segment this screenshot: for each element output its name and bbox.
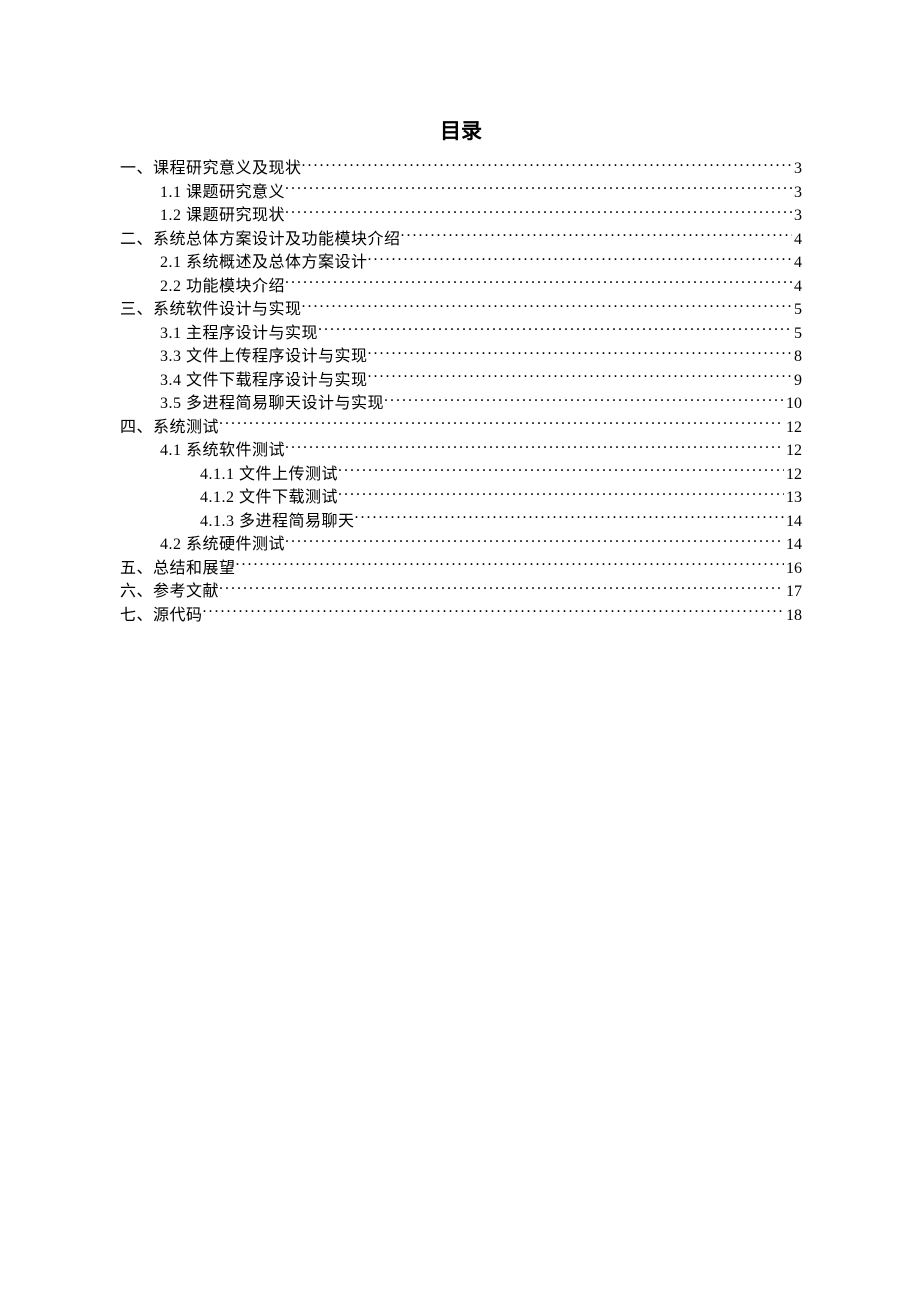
toc-entry: 4.1.1 文件上传测试 12 [120, 463, 802, 487]
toc-entry-label: 六、参考文献 [120, 580, 219, 604]
toc-entry-page: 4 [792, 251, 802, 275]
toc-dots [368, 369, 792, 385]
toc-entry-page: 8 [792, 345, 802, 369]
toc-entry: 1.2 课题研究现状 3 [120, 204, 802, 228]
toc-dots [368, 345, 792, 361]
toc-dots [355, 510, 784, 526]
toc-entry: 1.1 课题研究意义 3 [120, 181, 802, 205]
toc-dots [338, 486, 784, 502]
toc-dots [285, 275, 792, 291]
toc-dots [219, 416, 784, 432]
toc-dots [285, 533, 784, 549]
toc-entry-label: 4.1.2 文件下载测试 [200, 486, 338, 510]
toc-entry: 六、参考文献 17 [120, 580, 802, 604]
toc-entry-page: 12 [784, 416, 802, 440]
toc-dots [236, 557, 784, 573]
toc-entry-label: 1.2 课题研究现状 [160, 204, 285, 228]
toc-entry: 三、系统软件设计与实现 5 [120, 298, 802, 322]
toc-entry: 4.1 系统软件测试 12 [120, 439, 802, 463]
toc-dots [302, 157, 792, 173]
toc-dots [285, 204, 792, 220]
toc-entry-label: 三、系统软件设计与实现 [120, 298, 302, 322]
toc-entry-label: 1.1 课题研究意义 [160, 181, 285, 205]
page-container: 目录 一、课程研究意义及现状31.1 课题研究意义31.2 课题研究现状3二、系… [0, 0, 920, 627]
toc-entry-label: 4.1 系统软件测试 [160, 439, 285, 463]
toc-entry-label: 五、总结和展望 [120, 557, 236, 581]
toc-entry-label: 3.3 文件上传程序设计与实现 [160, 345, 368, 369]
toc-entry: 七、源代码 18 [120, 604, 802, 628]
toc-entry: 4.1.3 多进程简易聊天 14 [120, 510, 802, 534]
toc-entry-label: 四、系统测试 [120, 416, 219, 440]
toc-entry: 一、课程研究意义及现状 3 [120, 157, 802, 181]
toc-entry-label: 3.4 文件下载程序设计与实现 [160, 369, 368, 393]
toc-entry-page: 4 [792, 228, 802, 252]
toc-entry: 2.1 系统概述及总体方案设计 4 [120, 251, 802, 275]
toc-dots [338, 463, 784, 479]
toc-dots [318, 322, 792, 338]
toc-entry-page: 3 [792, 157, 802, 181]
toc-entry-page: 17 [784, 580, 802, 604]
toc-entry-label: 一、课程研究意义及现状 [120, 157, 302, 181]
toc-entry-label: 4.1.1 文件上传测试 [200, 463, 338, 487]
toc-dots [368, 251, 792, 267]
toc-entry-label: 2.1 系统概述及总体方案设计 [160, 251, 368, 275]
toc-dots [401, 228, 792, 244]
toc-entry: 3.3 文件上传程序设计与实现 8 [120, 345, 802, 369]
toc-entry-label: 4.1.3 多进程简易聊天 [200, 510, 355, 534]
toc-entry-page: 5 [792, 298, 802, 322]
toc-entry: 四、系统测试 12 [120, 416, 802, 440]
toc-entry: 3.5 多进程简易聊天设计与实现 10 [120, 392, 802, 416]
toc-entry: 4.1.2 文件下载测试 13 [120, 486, 802, 510]
toc-entry-page: 14 [784, 510, 802, 534]
toc-entry-page: 18 [784, 604, 802, 628]
toc-dots [302, 298, 792, 314]
toc-entry-page: 10 [784, 392, 802, 416]
toc-entry-page: 12 [784, 463, 802, 487]
toc-entry-label: 二、系统总体方案设计及功能模块介绍 [120, 228, 401, 252]
toc-entry-label: 七、源代码 [120, 604, 203, 628]
toc-entry: 2.2 功能模块介绍 4 [120, 275, 802, 299]
toc-entry: 4.2 系统硬件测试 14 [120, 533, 802, 557]
toc-entry-page: 12 [784, 439, 802, 463]
toc-entry: 二、系统总体方案设计及功能模块介绍 4 [120, 228, 802, 252]
toc-entry-page: 14 [784, 533, 802, 557]
toc-entry-page: 9 [792, 369, 802, 393]
toc-entry-label: 4.2 系统硬件测试 [160, 533, 285, 557]
toc-entry-page: 16 [784, 557, 802, 581]
toc-entry-page: 3 [792, 181, 802, 205]
toc-entry-page: 4 [792, 275, 802, 299]
toc-entry-page: 3 [792, 204, 802, 228]
toc-dots [203, 604, 784, 620]
toc-dots [285, 181, 792, 197]
toc-entry-label: 2.2 功能模块介绍 [160, 275, 285, 299]
toc-title: 目录 [120, 115, 802, 145]
toc-entry-page: 5 [792, 322, 802, 346]
toc-entry: 3.1 主程序设计与实现 5 [120, 322, 802, 346]
toc-list: 一、课程研究意义及现状31.1 课题研究意义31.2 课题研究现状3二、系统总体… [120, 157, 802, 627]
toc-entry-page: 13 [784, 486, 802, 510]
toc-dots [384, 392, 784, 408]
toc-dots [285, 439, 784, 455]
toc-entry-label: 3.5 多进程简易聊天设计与实现 [160, 392, 384, 416]
toc-dots [219, 580, 784, 596]
toc-entry: 3.4 文件下载程序设计与实现 9 [120, 369, 802, 393]
toc-entry: 五、总结和展望 16 [120, 557, 802, 581]
toc-entry-label: 3.1 主程序设计与实现 [160, 322, 318, 346]
